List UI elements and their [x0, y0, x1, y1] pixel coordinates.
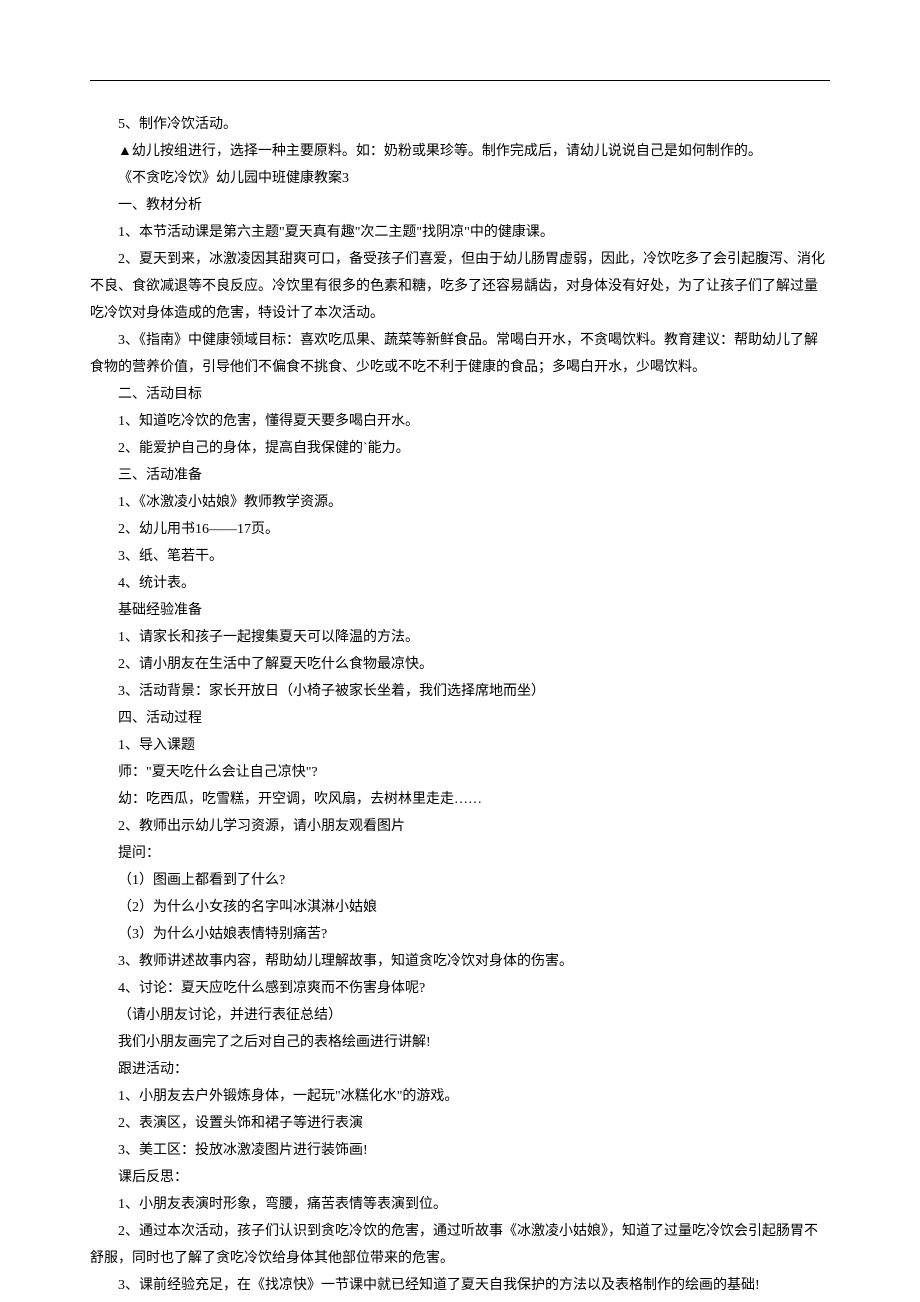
text-line: 1、知道吃冷饮的危害，懂得夏天要多喝白开水。	[90, 408, 830, 435]
text-line: 我们小朋友画完了之后对自己的表格绘画进行讲解!	[90, 1029, 830, 1056]
text-line: 3、《指南》中健康领域目标：喜欢吃瓜果、蔬菜等新鲜食品。常喝白开水，不贪喝饮料。…	[90, 327, 830, 381]
text-line: 3、纸、笔若干。	[90, 543, 830, 570]
text-line: 一、教材分析	[90, 192, 830, 219]
text-line: 3、课前经验充足，在《找凉快》一节课中就已经知道了夏天自我保护的方法以及表格制作…	[90, 1272, 830, 1299]
text-line: 《不贪吃冷饮》幼儿园中班健康教案3	[90, 165, 830, 192]
text-line: 幼：吃西瓜，吃雪糕，开空调，吹风扇，去树林里走走……	[90, 786, 830, 813]
text-line: （请小朋友讨论，并进行表征总结）	[90, 1002, 830, 1029]
text-line: 师："夏天吃什么会让自己凉快"?	[90, 759, 830, 786]
text-line: ▲幼儿按组进行，选择一种主要原料。如：奶粉或果珍等。制作完成后，请幼儿说说自己是…	[90, 138, 830, 165]
text-line: 2、夏天到来，冰激凌因其甜爽可口，备受孩子们喜爱，但由于幼儿肠胃虚弱，因此，冷饮…	[90, 246, 830, 327]
text-line: 1、导入课题	[90, 732, 830, 759]
text-line: 1、小朋友去户外锻炼身体，一起玩"冰糕化水"的游戏。	[90, 1083, 830, 1110]
text-line: （3）为什么小姑娘表情特别痛苦?	[90, 921, 830, 948]
text-line: 2、能爱护自己的身体，提高自我保健的`能力。	[90, 435, 830, 462]
text-line: 1、本节活动课是第六主题"夏天真有趣"次二主题"找阴凉"中的健康课。	[90, 219, 830, 246]
text-line: 1、请家长和孩子一起搜集夏天可以降温的方法。	[90, 624, 830, 651]
text-line: 3、活动背景：家长开放日（小椅子被家长坐着，我们选择席地而坐）	[90, 678, 830, 705]
text-line: 2、表演区，设置头饰和裙子等进行表演	[90, 1110, 830, 1137]
text-line: 四、活动过程	[90, 705, 830, 732]
text-line: 3、教师讲述故事内容，帮助幼儿理解故事，知道贪吃冷饮对身体的伤害。	[90, 948, 830, 975]
text-line: 跟进活动：	[90, 1056, 830, 1083]
text-line: （2）为什么小女孩的名字叫冰淇淋小姑娘	[90, 894, 830, 921]
text-line: 5、制作冷饮活动。	[90, 111, 830, 138]
horizontal-rule	[90, 80, 830, 81]
text-line: 二、活动目标	[90, 381, 830, 408]
document-body: 5、制作冷饮活动。▲幼儿按组进行，选择一种主要原料。如：奶粉或果珍等。制作完成后…	[90, 111, 830, 1299]
text-line: 4、统计表。	[90, 570, 830, 597]
text-line: 1、小朋友表演时形象，弯腰，痛苦表情等表演到位。	[90, 1191, 830, 1218]
text-line: 2、幼儿用书16——17页。	[90, 516, 830, 543]
text-line: 三、活动准备	[90, 462, 830, 489]
text-line: 1、《冰激凌小姑娘》教师教学资源。	[90, 489, 830, 516]
text-line: （1）图画上都看到了什么?	[90, 867, 830, 894]
text-line: 2、通过本次活动，孩子们认识到贪吃冷饮的危害，通过听故事《冰激凌小姑娘》，知道了…	[90, 1218, 830, 1272]
text-line: 基础经验准备	[90, 597, 830, 624]
document-page: 5、制作冷饮活动。▲幼儿按组进行，选择一种主要原料。如：奶粉或果珍等。制作完成后…	[0, 0, 920, 1302]
text-line: 4、讨论：夏天应吃什么感到凉爽而不伤害身体呢?	[90, 975, 830, 1002]
text-line: 提问：	[90, 840, 830, 867]
text-line: 2、请小朋友在生活中了解夏天吃什么食物最凉快。	[90, 651, 830, 678]
text-line: 2、教师出示幼儿学习资源，请小朋友观看图片	[90, 813, 830, 840]
text-line: 3、美工区：投放冰激凌图片进行装饰画!	[90, 1137, 830, 1164]
text-line: 课后反思：	[90, 1164, 830, 1191]
